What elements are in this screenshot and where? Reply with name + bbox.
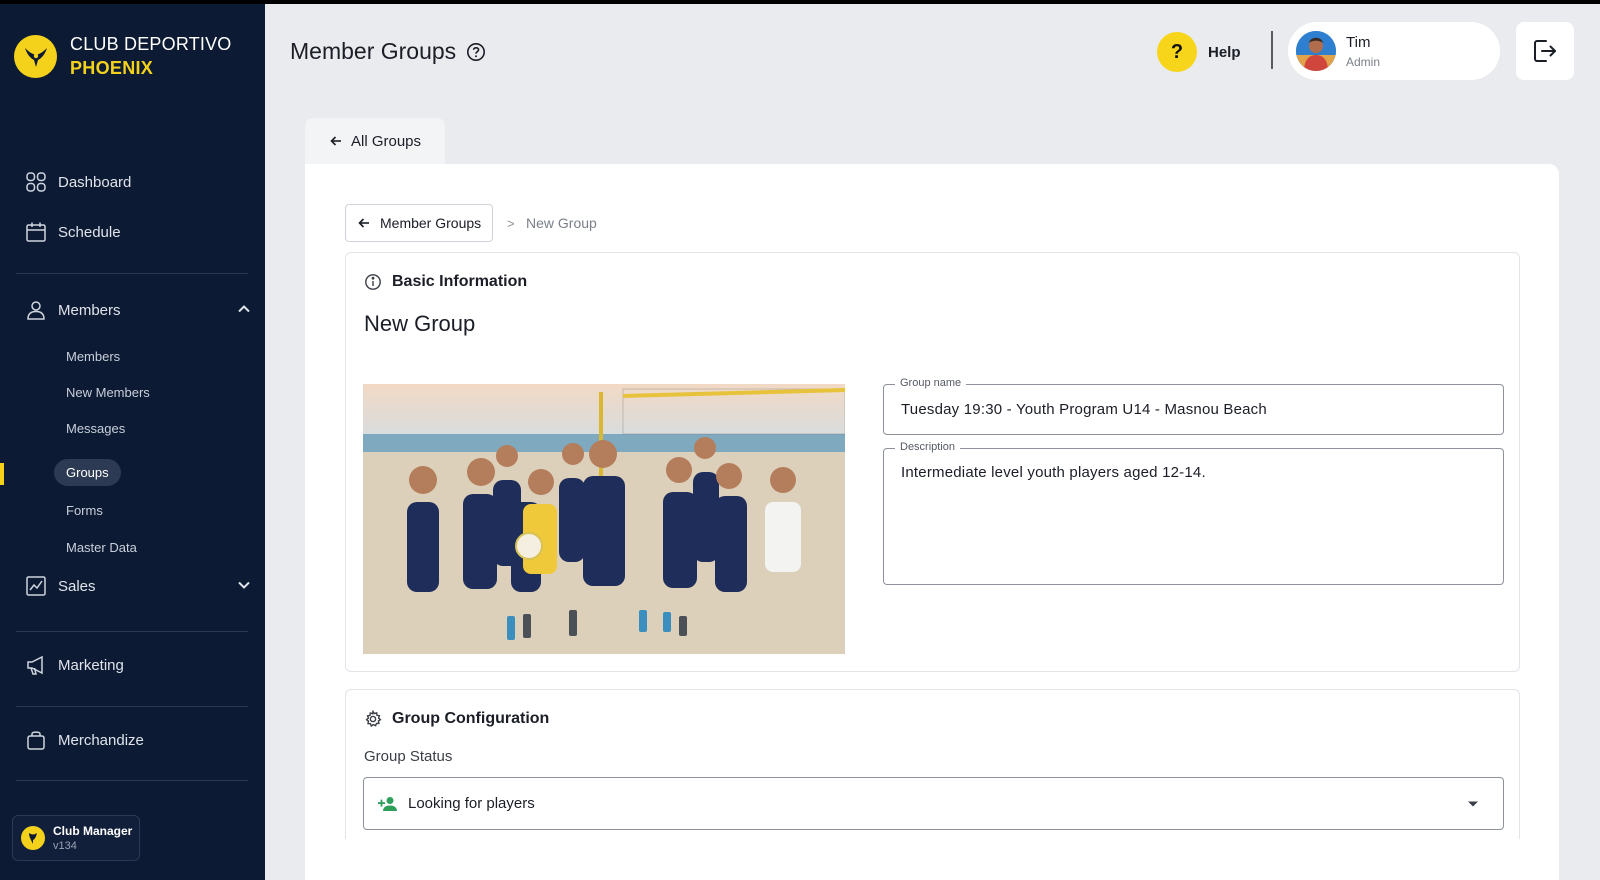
question-icon: ? [1157, 32, 1197, 72]
sidebar-item-members[interactable]: Members [54, 343, 132, 370]
brand-subname: PHOENIX [70, 58, 154, 78]
sidebar-item-new-members[interactable]: New Members [54, 379, 162, 406]
sidebar-item-messages[interactable]: Messages [54, 415, 137, 442]
app-version: v134 [53, 840, 77, 852]
bag-icon [24, 728, 48, 752]
logout-icon [1534, 40, 1556, 62]
header-separator [1271, 31, 1273, 69]
nav-label: Sales [58, 577, 96, 595]
breadcrumb-back-label: Member Groups [380, 215, 482, 231]
sidebar-item-groups[interactable]: Groups [54, 459, 121, 486]
user-role: Admin [1346, 54, 1381, 69]
group-status-label: Group Status [364, 748, 453, 765]
nav-label: Marketing [58, 656, 124, 674]
section-title: Basic Information [392, 273, 528, 290]
sidebar-divider [16, 706, 248, 707]
megaphone-icon [24, 653, 48, 677]
app-name: Club Manager [53, 824, 133, 838]
active-indicator [0, 463, 4, 485]
group-status-select[interactable]: Looking for players [363, 777, 1504, 830]
dropdown-arrow-icon [1468, 801, 1478, 807]
description-textarea[interactable]: Intermediate level youth players aged 12… [901, 464, 1206, 481]
chart-icon [24, 574, 48, 598]
user-icon [24, 298, 48, 322]
user-name: Tim [1346, 33, 1371, 51]
user-menu[interactable]: Tim Admin [1288, 22, 1500, 80]
gear-icon [365, 710, 382, 728]
top-border [0, 0, 1600, 4]
help-button[interactable]: ? Help [1157, 32, 1241, 72]
page-title-text: Member Groups [290, 38, 457, 64]
section-header: Basic Information [364, 273, 527, 291]
breadcrumb-separator: > [507, 216, 515, 231]
help-circle-icon[interactable] [466, 42, 486, 62]
group-status-value: Looking for players [408, 795, 535, 812]
nav-marketing[interactable]: Marketing [24, 653, 124, 677]
group-configuration-section: Group Configuration Group Status Looking… [345, 689, 1520, 839]
info-icon [365, 274, 381, 290]
group-name-input[interactable]: Tuesday 19:30 - Youth Program U14 - Masn… [901, 401, 1267, 418]
nav-dashboard[interactable]: Dashboard [24, 170, 131, 194]
sidebar-divider [16, 631, 248, 632]
sidebar-item-forms[interactable]: Forms [54, 497, 115, 524]
sidebar-item-master-data[interactable]: Master Data [54, 534, 149, 561]
sidebar-divider [16, 780, 248, 781]
nav-members[interactable]: Members [24, 298, 254, 322]
logout-button[interactable] [1516, 22, 1574, 80]
arrow-left-icon [330, 136, 341, 146]
nav-sales[interactable]: Sales [24, 574, 254, 598]
sidebar-divider [16, 273, 248, 274]
nav-label: Members [58, 301, 121, 319]
nav-label: Schedule [58, 223, 121, 241]
phoenix-logo-icon [14, 34, 57, 78]
group-name-field[interactable]: Group name Tuesday 19:30 - Youth Program… [883, 377, 1504, 435]
description-label: Description [895, 441, 961, 453]
chevron-down-icon[interactable] [236, 577, 252, 593]
group-name-label: Group name [895, 377, 967, 389]
chevron-up-icon[interactable] [236, 301, 252, 317]
brand[interactable]: CLUB DEPORTIVO PHOENIX [14, 32, 232, 80]
section-title: Group Configuration [392, 710, 550, 727]
tab-label: All Groups [351, 132, 422, 150]
club-manager-logo-icon [21, 826, 45, 850]
help-label: Help [1208, 43, 1241, 61]
nav-schedule[interactable]: Schedule [24, 220, 121, 244]
section-header: Group Configuration [364, 710, 549, 728]
tab-all-groups[interactable]: All Groups [305, 118, 445, 164]
description-field[interactable]: Description Intermediate level youth pla… [883, 441, 1504, 585]
group-heading: New Group [364, 311, 476, 336]
brand-name: CLUB DEPORTIVO [70, 34, 232, 54]
grid-icon [24, 170, 48, 194]
nav-label: Dashboard [58, 173, 132, 191]
arrow-left-icon [358, 218, 369, 228]
breadcrumb-current: New Group [526, 215, 597, 231]
group-photo[interactable] [363, 384, 845, 654]
basic-information-section: Basic Information New Group Group name T… [345, 252, 1520, 672]
calendar-icon [24, 220, 48, 244]
sidebar: CLUB DEPORTIVO PHOENIX Dashboard Schedul… [0, 4, 265, 880]
nav-merchandize[interactable]: Merchandize [24, 728, 144, 752]
nav-label: Merchandize [58, 731, 144, 749]
breadcrumb-back-button[interactable]: Member Groups [345, 204, 494, 242]
page-title: Member Groups [290, 38, 486, 65]
avatar [1296, 31, 1336, 71]
club-manager-card[interactable]: Club Manager v134 [12, 815, 140, 861]
person-add-icon [378, 796, 397, 811]
